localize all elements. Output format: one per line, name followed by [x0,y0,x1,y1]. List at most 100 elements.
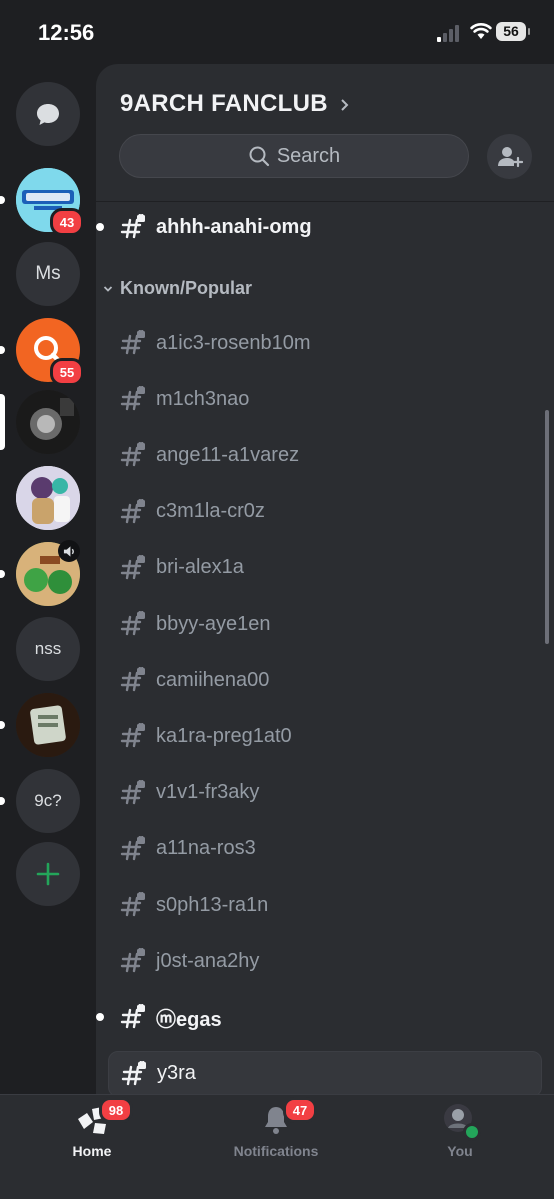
tab-notifications[interactable]: 47 Notifications [216,1097,336,1159]
locked-channel-icon [120,778,146,806]
channel-item[interactable]: ahhh-anahi-omg [96,204,542,250]
home-badge: 98 [99,1097,133,1123]
tab-notifications-label: Notifications [233,1143,319,1159]
locked-channel-icon [120,441,146,468]
server-icon-9c[interactable]: 9c? [16,769,80,833]
channel-name: ange11-a1varez [156,443,300,466]
channel-name: v1v1-fr3aky [156,781,260,804]
bottom-tab-bar: 98 Home 47 Notifications You [0,1094,554,1199]
direct-messages-button[interactable] [16,82,80,146]
unread-indicator [0,570,5,578]
channel-item[interactable]: ka1ra-preg1at0 [108,713,542,759]
server-2-label: Ms [35,263,61,284]
server-4-photo [16,390,80,454]
server-icon-ms[interactable]: Ms [16,242,80,306]
channel-scrollbar[interactable] [545,410,549,644]
channel-item[interactable]: ⓜegas [96,994,542,1040]
tab-you-label: You [447,1143,473,1159]
channel-name: ⓜegas [156,1008,222,1031]
channel-item[interactable]: c3m1la-cr0z [108,489,542,535]
header-divider [96,201,554,202]
channel-name: c3m1la-cr0z [156,500,265,523]
channel-item[interactable]: m1ch3nao [108,376,542,422]
channel-item[interactable]: j0st-ana2hy [108,938,542,984]
channel-name: m1ch3nao [156,387,250,410]
locked-channel-icon [120,1003,146,1030]
search-button[interactable]: Search [119,134,469,178]
chevron-right-icon[interactable] [340,98,350,117]
status-bar: 12:56 56 [0,0,554,64]
category-header[interactable]: Known/Popular [102,278,252,299]
channel-item[interactable]: camiihena00 [108,657,542,703]
locked-channel-icon [120,891,146,918]
locked-channel-icon [120,666,146,693]
channel-panel: 9ARCH FANCLUB Search ahhh-anahi-omg Know… [96,64,554,1094]
unread-indicator [96,1013,104,1022]
cellular-signal-icon [437,24,463,42]
channel-name: a11na-ros3 [156,837,256,860]
unread-indicator [0,797,5,805]
tab-you[interactable]: You [400,1103,520,1159]
speaker-icon [63,545,74,557]
channel-name: y3ra [157,1062,196,1085]
locked-channel-icon [120,722,146,749]
tab-home-label: Home [72,1143,112,1159]
channel-item[interactable]: ange11-a1varez [108,432,542,478]
online-status-indicator [463,1123,481,1141]
channel-item[interactable]: bri-alex1a [108,545,542,591]
unread-indicator [96,223,104,231]
channel-item[interactable]: a11na-ros3 [108,826,542,872]
locked-channel-icon [120,947,146,974]
search-icon [248,145,270,167]
battery-indicator: 56 [496,22,530,41]
chat-bubble-icon [37,104,59,125]
server-icon-8[interactable] [16,693,80,757]
server-7-label: nss [34,639,62,658]
unread-indicator [0,721,5,729]
wifi-icon [470,23,492,39]
locked-channel-icon [120,554,146,581]
server-rail: 43 Ms 55 nss 9c? [0,64,96,1094]
locked-channel-icon [120,610,146,637]
server-9-label: 9c? [34,791,62,810]
search-label: Search [276,144,341,167]
channel-name: j0st-ana2hy [156,949,260,972]
channel-item[interactable]: a1ic3-rosenb10m [108,320,542,366]
locked-channel-icon [120,497,146,525]
channel-item[interactable]: bbyy-aye1en [108,601,542,647]
plus-icon [36,862,60,886]
selected-server-indicator [0,394,5,450]
category-name: Known/Popular [120,278,252,298]
locked-channel-icon [120,329,146,356]
server-3-mention-badge: 55 [50,358,84,386]
server-icon-4[interactable] [16,390,80,454]
voice-active-indicator [58,540,80,562]
channel-item[interactable]: y3ra [108,1050,542,1094]
status-time: 12:56 [38,20,95,45]
server-icon-nss[interactable]: nss [16,617,80,681]
channel-name: a1ic3-rosenb10m [156,331,311,354]
channel-item[interactable]: s0ph13-ra1n [108,882,542,928]
server-5-artwork [16,466,80,530]
add-user-icon [497,146,523,167]
channel-name: ka1ra-preg1at0 [156,724,292,747]
add-server-button[interactable] [16,842,80,906]
locked-channel-icon [120,835,146,862]
notifications-badge: 47 [283,1097,317,1123]
channel-name: s0ph13-ra1n [156,893,269,916]
server-icon-5[interactable] [16,466,80,530]
channel-name: bbyy-aye1en [156,612,271,635]
unread-indicator [0,346,5,354]
locked-channel-icon [120,213,146,240]
locked-channel-icon [120,385,146,412]
unread-indicator [0,196,5,204]
channel-name: bri-alex1a [156,556,244,579]
invite-members-button[interactable] [487,134,532,179]
tab-home[interactable]: 98 Home [32,1097,152,1159]
server-name[interactable]: 9ARCH FANCLUB [120,90,328,118]
channel-name: ahhh-anahi-omg [156,215,312,238]
server-1-mention-badge: 43 [50,208,84,236]
chevron-down-icon [102,283,114,295]
channel-item[interactable]: v1v1-fr3aky [108,770,542,816]
channel-name: camiihena00 [156,668,270,691]
